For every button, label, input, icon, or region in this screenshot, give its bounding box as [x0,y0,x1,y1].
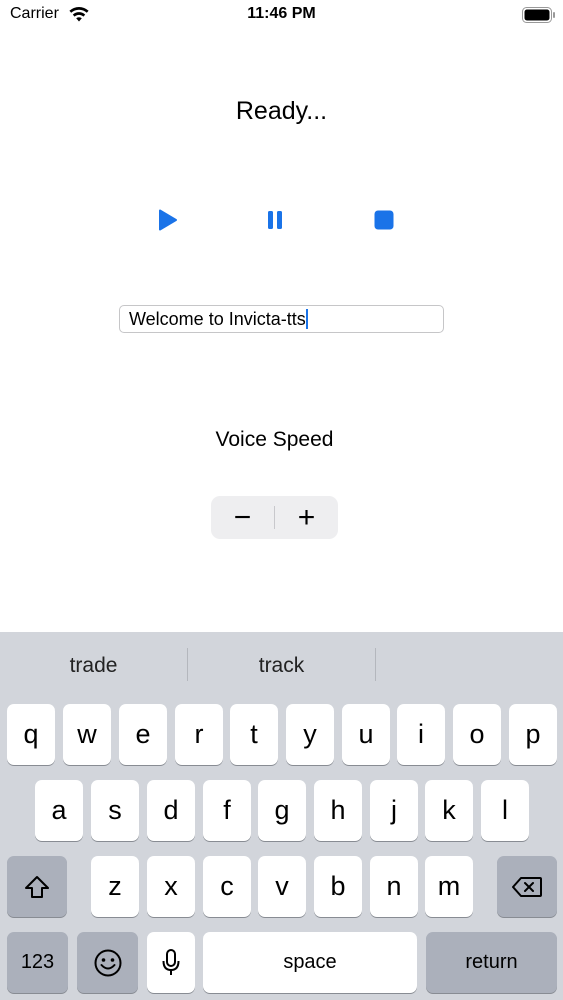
key-c[interactable]: c [203,856,251,917]
shift-key[interactable] [7,856,67,917]
play-icon [159,209,177,231]
key-s[interactable]: s [91,780,139,841]
playback-controls [0,206,563,234]
key-f[interactable]: f [203,780,251,841]
key-p[interactable]: p [509,704,557,765]
key-u[interactable]: u [342,704,390,765]
backspace-key[interactable] [497,856,557,917]
return-key[interactable]: return [426,932,557,993]
tts-text-field[interactable]: Welcome to Invicta-tts [119,305,444,333]
battery-icon [522,7,555,23]
key-r[interactable]: r [175,704,223,765]
key-w[interactable]: w [63,704,111,765]
status-bar: Carrier 11:46 PM [0,0,563,30]
key-g[interactable]: g [258,780,306,841]
speed-increment-button[interactable]: + [275,496,338,539]
key-k[interactable]: k [425,780,473,841]
emoji-icon [94,949,121,976]
key-q[interactable]: q [7,704,55,765]
speed-decrement-button[interactable]: − [211,496,274,539]
pause-icon [268,211,282,229]
pause-button[interactable] [261,206,289,234]
text-cursor [305,309,308,329]
key-l[interactable]: l [481,780,529,841]
microphone-icon [162,948,180,975]
clock: 11:46 PM [247,5,316,22]
tts-text-value: Welcome to Invicta-tts [129,309,306,329]
key-z[interactable]: z [91,856,139,917]
key-y[interactable]: y [286,704,334,765]
voice-speed-stepper: − + [211,496,338,539]
suggestion-item[interactable]: track [188,648,375,684]
key-n[interactable]: n [370,856,418,917]
emoji-key[interactable] [77,932,138,993]
keyboard: trade track q w e r t y u i o p a s d f … [0,632,563,1000]
shift-icon [25,875,49,898]
key-v[interactable]: v [258,856,306,917]
voice-speed-label: Voice Speed [215,428,334,451]
key-d[interactable]: d [147,780,195,841]
key-x[interactable]: x [147,856,195,917]
space-key[interactable]: space [203,932,417,993]
key-o[interactable]: o [453,704,501,765]
key-h[interactable]: h [314,780,362,841]
key-a[interactable]: a [35,780,83,841]
key-t[interactable]: t [230,704,278,765]
suggestion-item[interactable]: trade [0,648,187,684]
key-b[interactable]: b [314,856,362,917]
microphone-key[interactable] [147,932,195,993]
suggestion-bar: trade track [0,632,563,700]
key-i[interactable]: i [397,704,445,765]
key-e[interactable]: e [119,704,167,765]
play-button[interactable] [154,206,182,234]
backspace-icon [512,876,542,897]
key-m[interactable]: m [425,856,473,917]
stop-button[interactable] [370,206,398,234]
suggestion-item[interactable] [376,648,563,684]
stop-icon [374,210,394,230]
numbers-key[interactable]: 123 [7,932,68,993]
player-status: Ready... [235,97,328,125]
key-j[interactable]: j [370,780,418,841]
